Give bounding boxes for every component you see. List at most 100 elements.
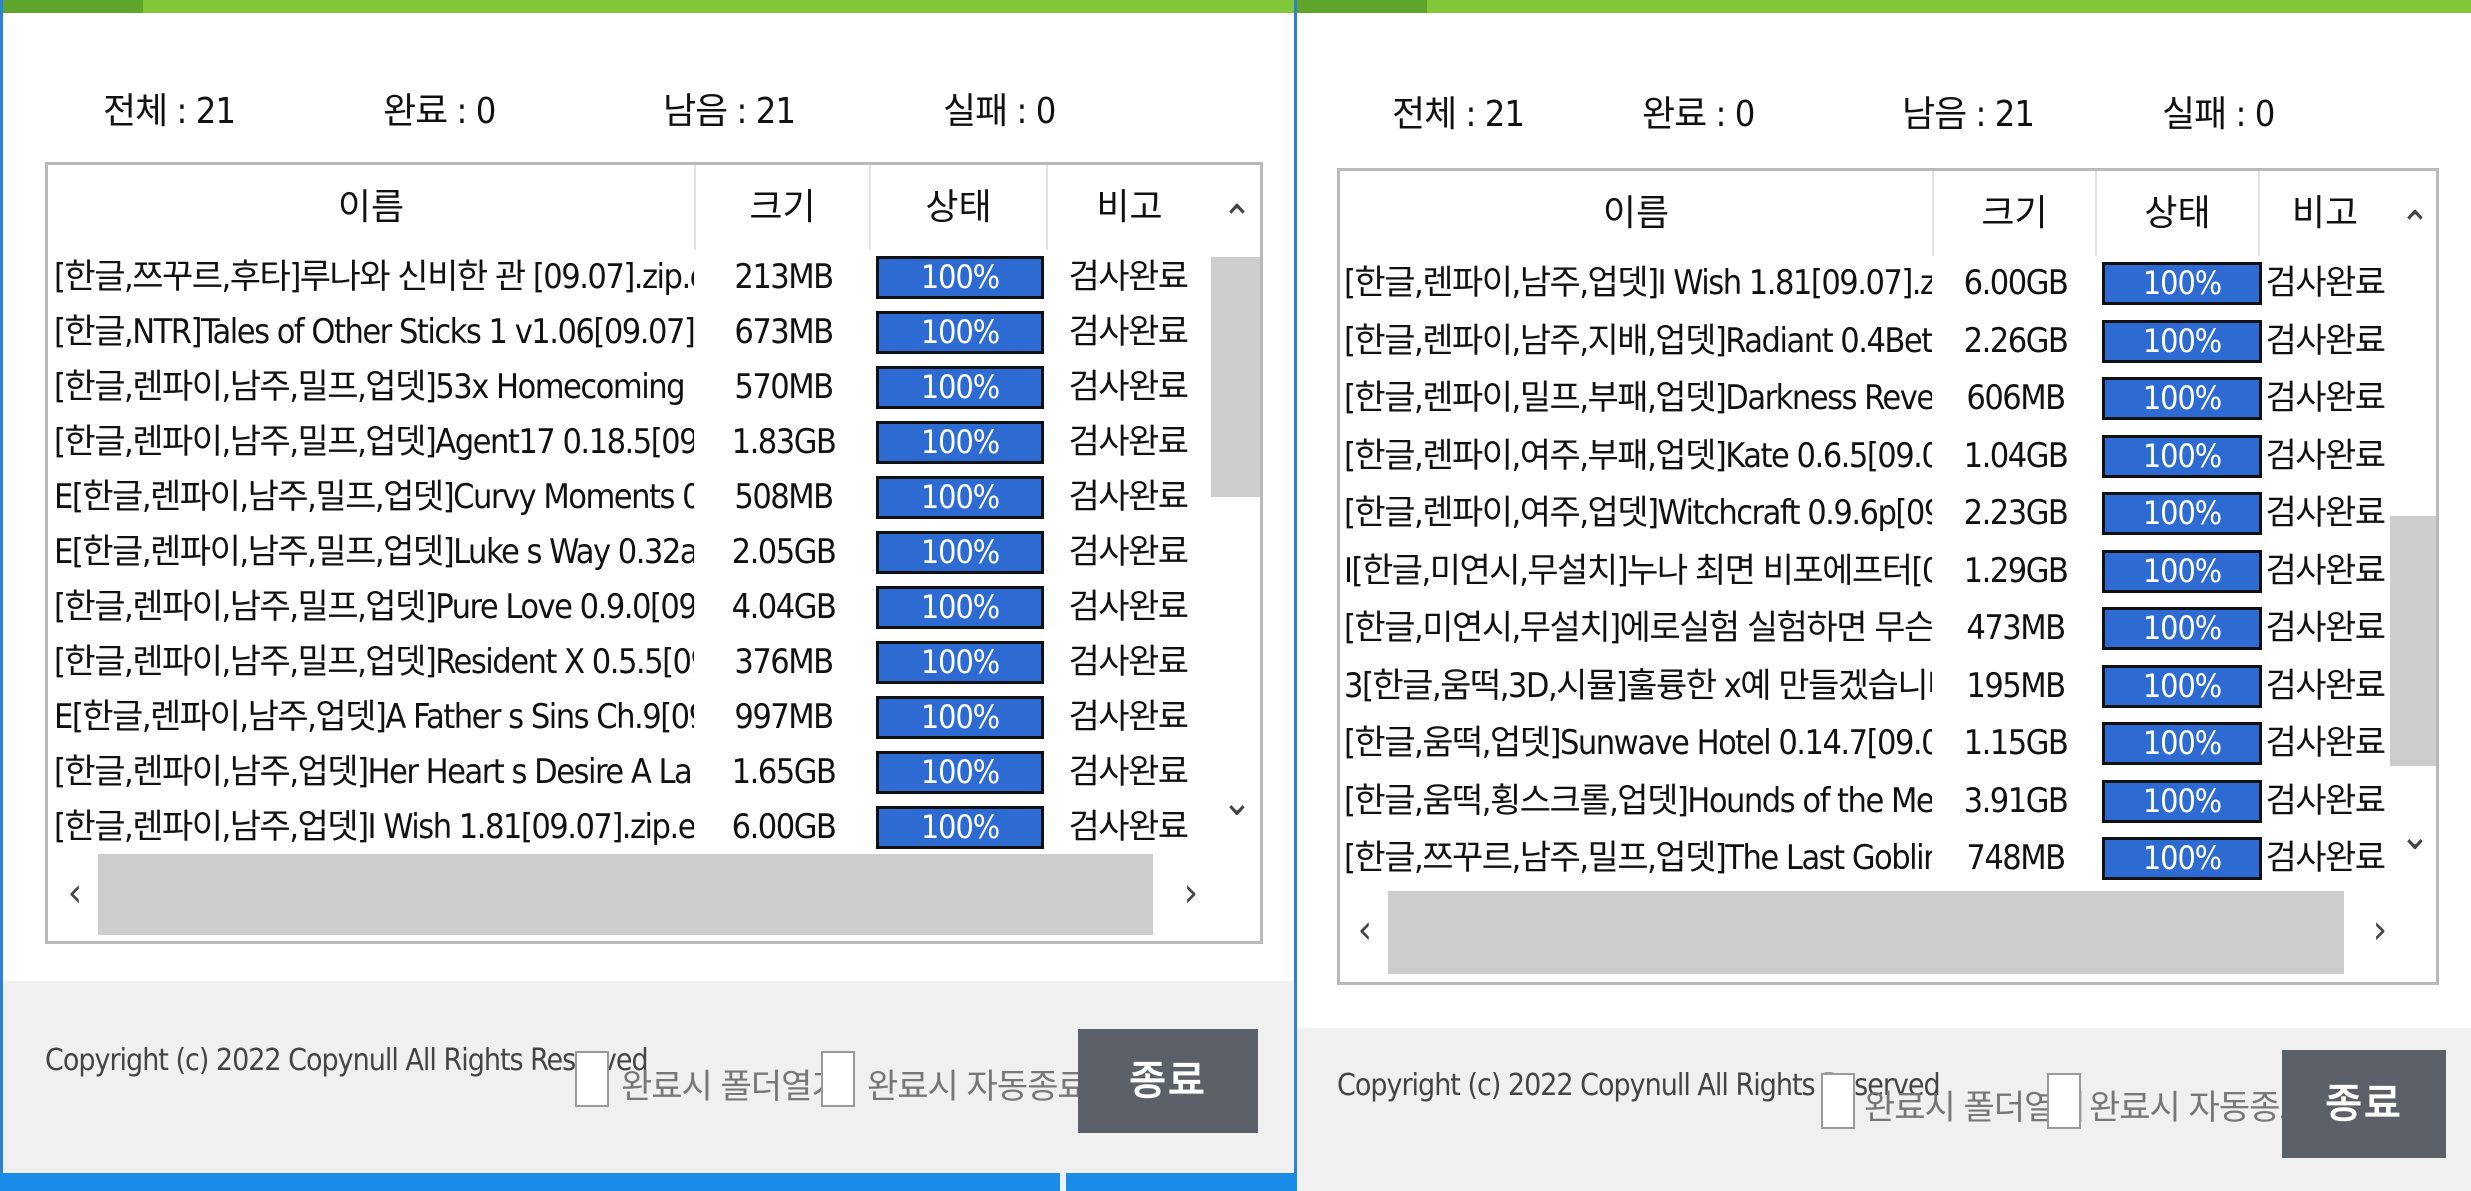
progress-text: 100%: [2142, 321, 2222, 360]
list-item[interactable]: [한글,렌파이,밀프,부패,업뎃]Darkness Revenge 0.8.0[…: [1340, 371, 2390, 426]
status-note: 검사완료: [1068, 532, 1189, 572]
list-item[interactable]: 3[한글,움떡,3D,시뮬]훌륭한 x예 만들겠습니다 1.1[09.07].z…: [1340, 659, 2390, 714]
progress-text: 100%: [2142, 724, 2222, 762]
progress-bar: 100%: [876, 256, 1044, 299]
stat-done: 완료 : 0: [1642, 94, 1755, 135]
progress-bar: 100%: [876, 806, 1044, 849]
open-folder-checkbox[interactable]: [1821, 1073, 1855, 1129]
horizontal-scroll-thumb[interactable]: [98, 854, 1153, 935]
file-size: 997MB: [734, 697, 834, 737]
progress-text: 100%: [920, 258, 1000, 296]
footer: Copyright (c) 2022 Copynull All Rights R…: [3, 981, 1294, 1191]
list-item[interactable]: [한글,렌파이,남주,밀프,업뎃]Resident X 0.5.5[09.07]…: [48, 635, 1211, 690]
list-item[interactable]: [한글,렌파이,남주,밀프,업뎃]Agent17 0.18.5[09.07][강…: [48, 415, 1211, 470]
progress-bar: 100%: [876, 696, 1044, 739]
status-note: 검사완료: [1068, 422, 1189, 462]
footer: Copyright (c) 2022 Copynull All Rights R…: [1297, 1028, 2471, 1191]
column-header-size[interactable]: 크기: [696, 165, 871, 250]
auto-exit-label[interactable]: 완료시 자동종료: [867, 1059, 1089, 1108]
vertical-scrollbar[interactable]: ⌃ ⌄: [2390, 171, 2436, 885]
file-name: [한글,렌파이,여주,업뎃]Witchcraft 0.9.6p[09.07].z…: [1344, 493, 1932, 533]
progress-bar: 100%: [2102, 722, 2262, 765]
file-size: 6.00GB: [731, 807, 837, 847]
list-item[interactable]: I[한글,미연시,무설치]누나 최면 비포에프터[09.07].zip.ezc 1…: [1340, 544, 2390, 599]
list-item[interactable]: [한글,렌파이,여주,부패,업뎃]Kate 0.6.5[09.07].zip.e…: [1340, 429, 2390, 484]
file-name: [한글,렌파이,남주,밀프,업뎃]Resident X 0.5.5[09.07]…: [54, 642, 694, 682]
file-name: [한글,움떡,업뎃]Sunwave Hotel 0.14.7[09.07].zi…: [1344, 723, 1932, 763]
status-note: 검사완료: [1068, 587, 1189, 627]
list-item[interactable]: [한글,쯔꾸르,남주,밀프,업뎃]The Last Goblin 0.3[09.…: [1340, 831, 2390, 886]
column-header-note[interactable]: 비고: [2260, 171, 2390, 256]
list-item[interactable]: [한글,렌파이,남주,업뎃]I Wish 1.81[09.07].zip.ezc…: [1340, 256, 2390, 311]
list-item[interactable]: E[한글,렌파이,남주,업뎃]A Father s Sins Ch.9[09.0…: [48, 690, 1211, 745]
list-item[interactable]: E[한글,렌파이,남주,밀프,업뎃]Luke s Way 0.32a[09.07…: [48, 525, 1211, 580]
status-note: 검사완료: [1068, 697, 1189, 737]
open-folder-label[interactable]: 완료시 폴더열기: [621, 1059, 843, 1108]
progress-text: 100%: [920, 698, 1000, 736]
file-size: 376MB: [734, 642, 834, 682]
file-list[interactable]: 이름 크기 상태 비고 [한글,쯔꾸르,후타]루나와 신비한 관 [09.07]…: [45, 162, 1263, 944]
list-item[interactable]: [한글,렌파이,남주,밀프,업뎃]Pure Love 0.9.0[09.07].…: [48, 580, 1211, 635]
vertical-scroll-thumb[interactable]: [2390, 516, 2436, 766]
auto-exit-checkbox[interactable]: [821, 1051, 855, 1107]
status-note: 검사완료: [2265, 378, 2386, 418]
progress-topbar: [3, 0, 1294, 13]
progress-bar: 100%: [876, 641, 1044, 684]
exit-button[interactable]: 종료: [1078, 1029, 1258, 1133]
file-name: [한글,쯔꾸르,후타]루나와 신비한 관 [09.07].zip.ezc: [54, 257, 694, 297]
chevron-up-icon[interactable]: ⌃: [1212, 195, 1260, 245]
chevron-up-icon[interactable]: ⌃: [2390, 201, 2436, 251]
chevron-right-icon[interactable]: ›: [2355, 905, 2405, 955]
progress-bar: 100%: [2102, 434, 2262, 478]
list-item[interactable]: [한글,렌파이,남주,지배,업뎃]Radiant 0.4Beta[09.07][…: [1340, 314, 2390, 369]
column-header-name[interactable]: 이름: [1340, 171, 1934, 256]
chevron-down-icon[interactable]: ⌄: [1212, 777, 1260, 827]
vertical-scroll-thumb[interactable]: [1211, 257, 1260, 497]
horizontal-scrollbar[interactable]: ‹ ›: [48, 850, 1260, 941]
progress-bar: 100%: [2102, 492, 2262, 535]
file-name: [한글,렌파이,남주,밀프,업뎃]53x Homecoming 0.2.3.1[…: [54, 367, 694, 407]
status-note: 검사완료: [1068, 257, 1189, 297]
list-item[interactable]: [한글,미연시,무설치]에로실험 실험하면 무슨 일이 있어도 에 473MB 10…: [1340, 601, 2390, 656]
chevron-right-icon[interactable]: ›: [1166, 868, 1216, 918]
file-list[interactable]: 이름 크기 상태 비고 [한글,렌파이,남주,업뎃]I Wish 1.81[09…: [1337, 168, 2439, 985]
file-size: 213MB: [734, 257, 834, 297]
list-item[interactable]: E[한글,렌파이,남주,밀프,업뎃]Curvy Moments 0.3b[09.…: [48, 470, 1211, 525]
auto-exit-checkbox[interactable]: [2047, 1073, 2081, 1129]
stat-total: 전체 : 21: [1392, 94, 1525, 135]
chevron-left-icon[interactable]: ‹: [50, 868, 100, 918]
column-header-name[interactable]: 이름: [48, 165, 696, 250]
auto-exit-label[interactable]: 완료시 자동종료: [2089, 1080, 2311, 1129]
column-header-size[interactable]: 크기: [1934, 171, 2097, 256]
list-item[interactable]: [한글,렌파이,여주,업뎃]Witchcraft 0.9.6p[09.07].z…: [1340, 486, 2390, 541]
file-name: [한글,움떡,횡스크롤,업뎃]Hounds of the Meteor 2022…: [1344, 780, 1932, 821]
list-item[interactable]: [한글,움떡,업뎃]Sunwave Hotel 0.14.7[09.07].zi…: [1340, 716, 2390, 771]
progress-text: 100%: [2142, 379, 2222, 417]
horizontal-scroll-thumb[interactable]: [1388, 891, 2344, 974]
file-name: [한글,렌파이,남주,지배,업뎃]Radiant 0.4Beta[09.07][…: [1344, 320, 1932, 361]
progress-bar: 100%: [2102, 262, 2262, 305]
status-note: 검사완료: [2265, 263, 2386, 303]
chevron-left-icon[interactable]: ‹: [1340, 905, 1390, 955]
column-header-status[interactable]: 상태: [871, 165, 1048, 250]
progress-text: 100%: [2142, 551, 2222, 590]
file-size: 3.91GB: [1963, 780, 2069, 821]
column-header-note[interactable]: 비고: [1048, 165, 1211, 250]
stat-remaining: 남음 : 21: [1902, 94, 2035, 135]
progress-text: 100%: [920, 313, 1000, 351]
chevron-down-icon[interactable]: ⌄: [2390, 811, 2436, 861]
file-name: E[한글,렌파이,남주,밀프,업뎃]Curvy Moments 0.3b[09.…: [54, 477, 694, 517]
list-item[interactable]: [한글,렌파이,남주,밀프,업뎃]53x Homecoming 0.2.3.1[…: [48, 360, 1211, 415]
list-item[interactable]: [한글,렌파이,남주,업뎃]Her Heart s Desire A Landl…: [48, 745, 1211, 800]
list-item[interactable]: [한글,NTR]Tales of Other Sticks 1 v1.06[09…: [48, 305, 1211, 360]
list-item[interactable]: [한글,움떡,횡스크롤,업뎃]Hounds of the Meteor 2022…: [1340, 774, 2390, 829]
horizontal-scrollbar[interactable]: ‹ ›: [1340, 885, 2436, 982]
list-item[interactable]: [한글,렌파이,남주,업뎃]I Wish 1.81[09.07].zip.ezc…: [48, 800, 1211, 855]
status-note: 검사완료: [1068, 477, 1189, 517]
exit-button[interactable]: 종료: [2282, 1050, 2446, 1158]
open-folder-checkbox[interactable]: [575, 1051, 609, 1107]
list-item[interactable]: [한글,쯔꾸르,후타]루나와 신비한 관 [09.07].zip.ezc 213M…: [48, 250, 1211, 305]
column-header-status[interactable]: 상태: [2097, 171, 2260, 256]
vertical-scrollbar[interactable]: ⌃ ⌄: [1211, 165, 1260, 850]
file-size: 1.15GB: [1963, 723, 2069, 763]
